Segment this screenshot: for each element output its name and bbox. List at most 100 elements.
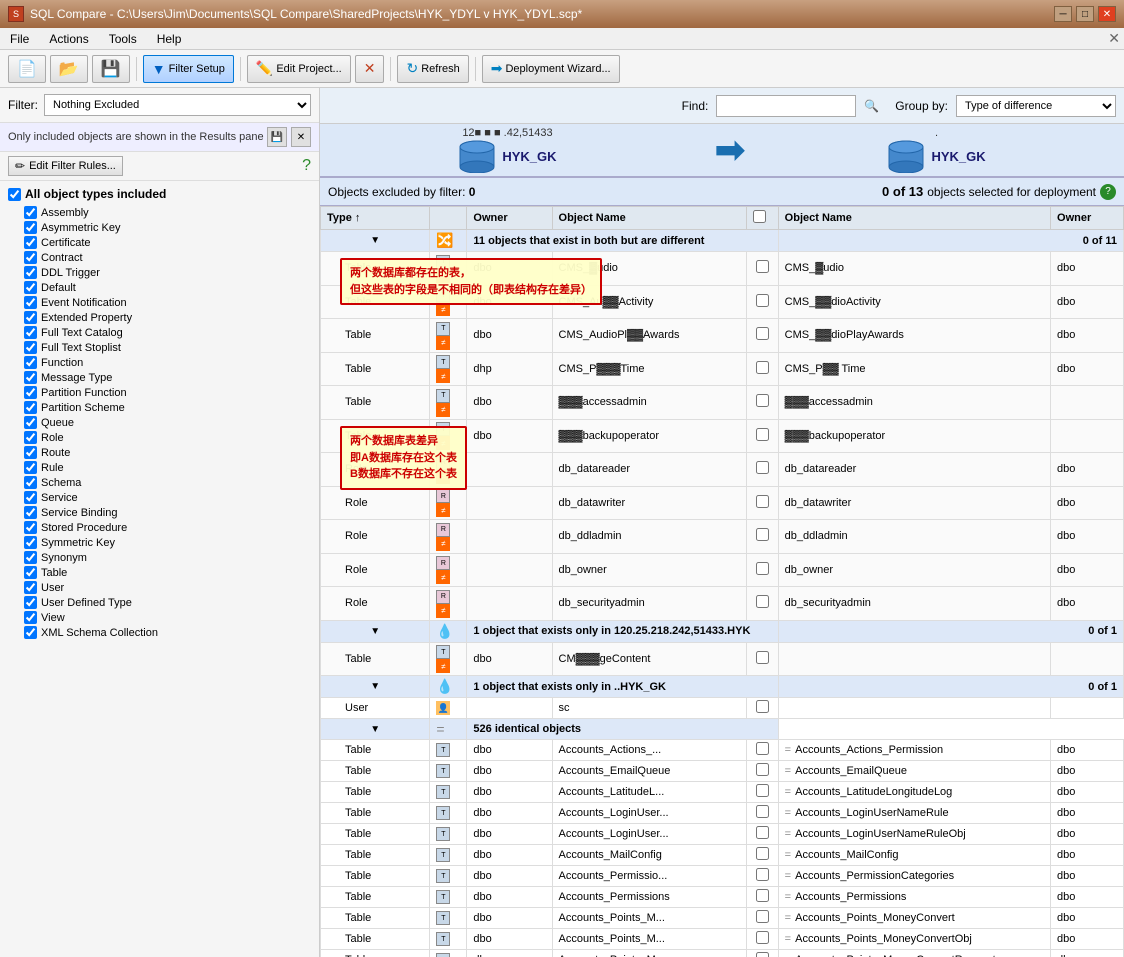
- object-types-panel: All object types included Assembly Asymm…: [0, 181, 319, 957]
- edit-filter-button[interactable]: ✏ Edit Filter Rules...: [8, 156, 123, 176]
- minimize-btn[interactable]: ─: [1054, 6, 1072, 22]
- expand-btn-0[interactable]: ▼: [321, 230, 430, 252]
- menu-tools[interactable]: Tools: [103, 30, 143, 48]
- type-rule: Rule: [8, 460, 311, 475]
- all-objects-checkbox[interactable]: [8, 188, 21, 201]
- edit-project-icon: ✏️: [256, 60, 273, 77]
- row-checkbox[interactable]: [756, 889, 769, 902]
- expand-btn-2[interactable]: ▼: [321, 676, 430, 698]
- filter-select[interactable]: Nothing Excluded: [44, 94, 311, 116]
- expand-btn-3[interactable]: ▼: [321, 719, 430, 740]
- row-checkbox[interactable]: [756, 651, 769, 664]
- table-row: TableT ≠dbo▓▓▓backupoperator▓▓▓backupope…: [321, 419, 1124, 453]
- maximize-btn[interactable]: □: [1076, 6, 1094, 22]
- menu-file[interactable]: File: [4, 30, 35, 48]
- menu-actions[interactable]: Actions: [43, 30, 94, 48]
- row-checkbox[interactable]: [756, 495, 769, 508]
- row-checkbox[interactable]: [756, 562, 769, 575]
- table-row: TableTdboAccounts_LoginUser...=Accounts_…: [321, 803, 1124, 824]
- type-xml-schema: XML Schema Collection: [8, 625, 311, 640]
- group-row-2: ▼💧1 object that exists only in ..HYK_GK0…: [321, 676, 1124, 698]
- row-checkbox[interactable]: [756, 294, 769, 307]
- group-row-3: ▼=526 identical objects: [321, 719, 1124, 740]
- filter-help-icon[interactable]: ?: [302, 157, 311, 175]
- find-input[interactable]: [716, 95, 856, 117]
- groupby-label: Group by:: [895, 99, 948, 113]
- filter-label: Filter:: [8, 98, 38, 112]
- menu-bar: File Actions Tools Help ✕: [0, 28, 1124, 50]
- row-checkbox[interactable]: [756, 595, 769, 608]
- deployment-wizard-button[interactable]: ➡ Deployment Wizard...: [482, 55, 620, 83]
- db-right-cylinder-icon[interactable]: [887, 139, 925, 173]
- close-btn[interactable]: ✕: [1098, 6, 1116, 22]
- row-checkbox[interactable]: [756, 826, 769, 839]
- col-owner-right[interactable]: Owner: [1051, 207, 1124, 230]
- type-default: Default: [8, 280, 311, 295]
- col-type[interactable]: Type ↑: [321, 207, 430, 230]
- equal-sign: =: [785, 786, 791, 798]
- save-button[interactable]: 💾: [92, 55, 130, 83]
- type-user: User: [8, 580, 311, 595]
- toolbar-separator-2: [240, 57, 241, 81]
- edit-project-button[interactable]: ✏️ Edit Project...: [247, 55, 351, 83]
- row-checkbox[interactable]: [756, 528, 769, 541]
- row-checkbox[interactable]: [756, 461, 769, 474]
- find-label: Find:: [682, 99, 709, 113]
- filter-setup-button[interactable]: ▼ Filter Setup: [143, 55, 234, 83]
- row-checkbox[interactable]: [756, 428, 769, 441]
- row-checkbox[interactable]: [756, 910, 769, 923]
- remove-icon: ✕: [364, 60, 376, 77]
- deployment-help-icon[interactable]: ?: [1100, 184, 1116, 200]
- table-row: RoleR ≠db_ddladmindb_ddladmindbo: [321, 520, 1124, 554]
- cancel-filter-btn[interactable]: ✕: [291, 127, 311, 147]
- title-bar: S SQL Compare - C:\Users\Jim\Documents\S…: [0, 0, 1124, 28]
- row-checkbox[interactable]: [756, 260, 769, 273]
- save-filter-btn[interactable]: 💾: [267, 127, 287, 147]
- table-row: TableTdboAccounts_Points_M...=Accounts_P…: [321, 950, 1124, 957]
- table-row: TableT ≠dboCMS_▓udioCMS_▓udiodbo: [321, 252, 1124, 286]
- results-area[interactable]: Type ↑ Owner Object Name Object Name Own…: [320, 206, 1124, 957]
- row-checkbox[interactable]: [756, 394, 769, 407]
- deployment-badge: 0 of 13: [882, 184, 923, 199]
- select-all-checkbox[interactable]: [753, 210, 766, 223]
- find-search-icon: 🔍: [864, 99, 879, 113]
- row-checkbox[interactable]: [756, 847, 769, 860]
- menu-close-icon[interactable]: ✕: [1108, 30, 1120, 47]
- db-left-name: HYK_GK: [502, 149, 556, 164]
- row-checkbox[interactable]: [756, 952, 769, 957]
- excluded-count: 0: [469, 185, 476, 199]
- db-left-server: 12■ ■ ■ .42,51433: [462, 127, 552, 139]
- col-owner-left[interactable]: Owner: [467, 207, 552, 230]
- deployment-count: 0 of 13 objects selected for deployment …: [882, 184, 1116, 200]
- col-checkbox-header[interactable]: [747, 207, 779, 230]
- row-checkbox[interactable]: [756, 805, 769, 818]
- menu-help[interactable]: Help: [151, 30, 188, 48]
- db-arrow-icon: ➡: [715, 129, 745, 171]
- group-row-1: ▼💧1 object that exists only in 120.25.21…: [321, 620, 1124, 642]
- expand-btn-1[interactable]: ▼: [321, 620, 430, 642]
- row-checkbox[interactable]: [756, 763, 769, 776]
- new-button[interactable]: 📄: [8, 55, 46, 83]
- refresh-button[interactable]: ↻ Refresh: [397, 55, 468, 83]
- type-full-text-catalog: Full Text Catalog: [8, 325, 311, 340]
- row-checkbox[interactable]: [756, 868, 769, 881]
- type-synonym: Synonym: [8, 550, 311, 565]
- type-route: Route: [8, 445, 311, 460]
- type-queue: Queue: [8, 415, 311, 430]
- row-checkbox[interactable]: [756, 742, 769, 755]
- row-checkbox[interactable]: [756, 931, 769, 944]
- col-object-name-left[interactable]: Object Name: [552, 207, 747, 230]
- groupby-select[interactable]: Type of difference: [956, 95, 1116, 117]
- window-title: SQL Compare - C:\Users\Jim\Documents\SQL…: [30, 7, 582, 21]
- row-checkbox[interactable]: [756, 327, 769, 340]
- objects-bar: Objects excluded by filter: 0 0 of 13 ob…: [320, 178, 1124, 206]
- type-role: Role: [8, 430, 311, 445]
- row-checkbox[interactable]: [756, 361, 769, 374]
- col-object-name-right[interactable]: Object Name: [778, 207, 1050, 230]
- row-checkbox[interactable]: [756, 700, 769, 713]
- open-button[interactable]: 📂: [50, 55, 88, 83]
- remove-button[interactable]: ✕: [355, 55, 385, 83]
- row-checkbox[interactable]: [756, 784, 769, 797]
- type-assembly: Assembly: [8, 205, 311, 220]
- db-left-cylinder-icon[interactable]: [458, 139, 496, 173]
